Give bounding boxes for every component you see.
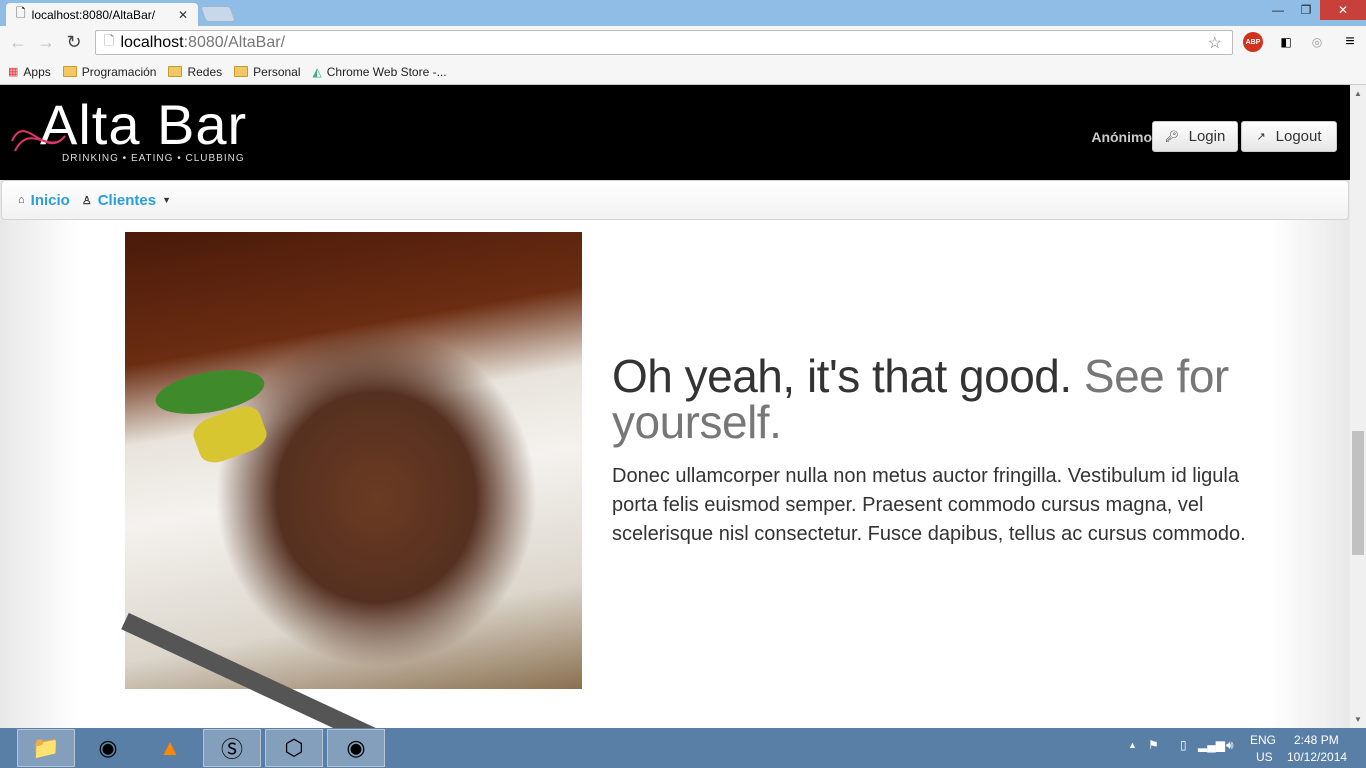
- nav-clientes[interactable]: Clientes: [98, 192, 156, 209]
- address-bar[interactable]: 🗋 localhost:8080/AltaBar/ ☆: [95, 30, 1233, 55]
- logo-tagline: DRINKING • EATING • CLUBBING: [62, 153, 245, 164]
- sublime-text-icon[interactable]: Ⓢ: [203, 729, 261, 767]
- page-icon: 🗋: [104, 32, 115, 48]
- bookmarks-bar: ▦ Apps Programación Redes Personal ◭ Chrom…: [0, 59, 1366, 85]
- extension-icon-2[interactable]: ◎: [1307, 32, 1327, 52]
- bookmark-star-icon[interactable]: ☆: [1208, 33, 1222, 53]
- reload-button[interactable]: ↻: [60, 32, 88, 53]
- bookmark-programacion[interactable]: Programación: [62, 64, 157, 79]
- page-scrollbar[interactable]: ▲ ▼: [1350, 85, 1366, 728]
- battery-icon[interactable]: ▯: [1180, 738, 1187, 752]
- browser-tab[interactable]: 🗋 localhost:8080/AltaBar/ ✕: [6, 3, 198, 26]
- folder-icon: [62, 66, 77, 77]
- adblock-icon[interactable]: ABP: [1243, 32, 1263, 52]
- extension-icon[interactable]: ◧: [1276, 32, 1296, 52]
- apps-grid-icon: ▦: [8, 66, 19, 78]
- input-region[interactable]: US: [1256, 750, 1273, 764]
- tab-title: localhost:8080/AltaBar/: [31, 7, 156, 22]
- heading-main: Oh yeah, it's that good.: [612, 350, 1072, 402]
- menu-icon[interactable]: ≡: [1340, 32, 1360, 52]
- bookmark-redes[interactable]: Redes: [168, 65, 222, 79]
- back-button[interactable]: ←: [4, 32, 32, 53]
- folder-icon: [168, 66, 183, 77]
- login-button[interactable]: 🔑︎ Login: [1152, 121, 1238, 152]
- minimize-button[interactable]: —: [1264, 0, 1292, 20]
- network-signal-icon[interactable]: ▂▄▆: [1198, 738, 1225, 752]
- close-window-button[interactable]: ✕: [1320, 0, 1366, 20]
- clock-time[interactable]: 2:48 PM: [1294, 733, 1339, 747]
- folder-icon: [234, 66, 249, 77]
- new-tab-button[interactable]: [200, 6, 236, 22]
- logout-button[interactable]: ↗ Logout: [1241, 121, 1337, 152]
- current-user: Anónimo: [1091, 129, 1152, 145]
- logo-swirl-icon: [11, 130, 66, 152]
- forward-button[interactable]: →: [32, 32, 60, 53]
- key-icon: 🔑︎: [1164, 131, 1179, 143]
- file-explorer-icon[interactable]: 📁: [17, 729, 75, 767]
- restore-button[interactable]: ❐: [1292, 0, 1320, 20]
- site-header: Alta Bar DRINKING • EATING • CLUBBING An…: [0, 85, 1350, 180]
- show-hidden-icons[interactable]: ▲: [1128, 740, 1137, 750]
- bookmark-chrome-web-store[interactable]: ◭ Chrome Web Store -...: [313, 65, 447, 79]
- input-language[interactable]: ENG: [1250, 733, 1276, 747]
- scroll-down-icon[interactable]: ▼: [1354, 715, 1362, 724]
- url-host: localhost: [120, 33, 184, 51]
- chevron-down-icon[interactable]: ▼: [162, 195, 171, 205]
- login-label: Login: [1188, 128, 1226, 145]
- scroll-up-icon[interactable]: ▲: [1354, 89, 1362, 98]
- url-path: :8080/AltaBar/: [183, 33, 286, 51]
- bookmark-label: Apps: [23, 64, 51, 79]
- virtualbox-icon[interactable]: ⬡: [265, 729, 323, 767]
- scrollbar-thumb[interactable]: [1352, 431, 1364, 555]
- bookmark-apps[interactable]: ▦ Apps: [8, 65, 51, 79]
- home-icon: ⌂: [18, 194, 25, 206]
- site-logo[interactable]: Alta Bar DRINKING • EATING • CLUBBING: [10, 97, 247, 164]
- volume-icon[interactable]: 🔊︎: [1226, 738, 1234, 753]
- logout-label: Logout: [1275, 128, 1322, 145]
- feature-image: [121, 232, 582, 728]
- feature-body: Donec ullamcorper nulla non metus auctor…: [612, 465, 1246, 545]
- chrome-active-icon[interactable]: ◉: [327, 729, 385, 767]
- external-link-icon: ↗: [1256, 131, 1266, 143]
- close-tab-icon[interactable]: ✕: [178, 8, 188, 22]
- bookmark-label: Personal: [253, 64, 301, 79]
- browser-titlebar: 🗋 localhost:8080/AltaBar/ ✕ — ❐ ✕: [0, 0, 1366, 26]
- chrome-taskbar-icon[interactable]: ◉: [79, 729, 137, 767]
- windows-taskbar: 📁 ◉ ▲ Ⓢ ⬡ ◉ ▲ ⚑ ▯ ▂▄▆ 🔊︎ ENG US 2:48 PM …: [0, 728, 1366, 768]
- bookmark-label: Programación: [81, 64, 157, 79]
- action-center-flag-icon[interactable]: ⚑: [1148, 738, 1159, 752]
- browser-toolbar: ← → ↻ 🗋 localhost:8080/AltaBar/ ☆ ABP ◧ …: [0, 26, 1366, 59]
- bookmark-personal[interactable]: Personal: [234, 64, 301, 79]
- vlc-icon[interactable]: ▲: [141, 729, 199, 767]
- page-icon: 🗋: [16, 6, 26, 20]
- chrome-store-icon: ◭: [312, 64, 322, 79]
- page-content: Alta Bar DRINKING • EATING • CLUBBING An…: [0, 85, 1350, 728]
- bookmark-label: Redes: [187, 64, 223, 79]
- user-icon: ♙: [81, 194, 92, 207]
- nav-inicio[interactable]: Inicio: [31, 192, 70, 209]
- main-navbar: ⌂ Inicio ♙ Clientes ▼: [1, 180, 1349, 220]
- bookmark-label: Chrome Web Store -...: [326, 64, 447, 79]
- clock-date[interactable]: 10/12/2014: [1287, 750, 1347, 764]
- feature-heading: Oh yeah, it's that good. See for yoursel…: [612, 353, 1272, 445]
